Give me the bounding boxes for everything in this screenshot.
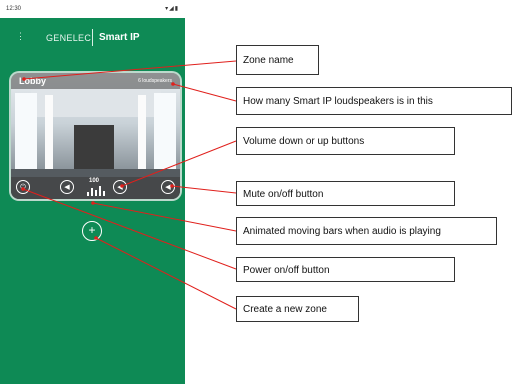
audio-level-bars [87, 186, 107, 196]
callout-power: Power on/off button [236, 257, 455, 282]
volume-down-button[interactable]: ◀ [60, 180, 74, 194]
callout-create: Create a new zone [236, 296, 359, 322]
app-title: Smart IP [99, 32, 140, 43]
audio-level-bar [87, 192, 89, 196]
appbar-divider [92, 29, 93, 46]
app-bar: ⋮ GENELEC Smart IP [0, 18, 185, 58]
mute-button[interactable]: ◀ [161, 180, 175, 194]
callout-mute: Mute on/off button [236, 181, 455, 206]
callout-volume: Volume down or up buttons [236, 127, 455, 155]
audio-level-bar [95, 190, 97, 196]
audio-level-bar [91, 188, 93, 196]
zone-card[interactable]: Lobby 6 loudspeakers ⏻ ◀ 100 ◀ ◀ [11, 73, 180, 199]
callout-speaker-count: How many Smart IP loudspeakers is in thi… [236, 87, 512, 115]
phone-screen: 12:30 ▾◢▮ ⋮ GENELEC Smart IP Lobby 6 lou… [0, 0, 185, 384]
audio-level-bar [99, 186, 101, 196]
status-bar: 12:30 ▾◢▮ [0, 0, 185, 18]
audio-level-bar [103, 191, 105, 196]
room-photo-window [154, 93, 176, 173]
callout-bars: Animated moving bars when audio is playi… [236, 217, 497, 245]
zone-controls: ⏻ ◀ 100 ◀ ◀ [11, 177, 180, 199]
brand-logo: GENELEC [46, 33, 92, 43]
zone-name[interactable]: Lobby [19, 76, 46, 86]
volume-value: 100 [89, 178, 100, 184]
volume-up-button[interactable]: ◀ [113, 180, 127, 194]
room-photo-pillar [45, 95, 53, 173]
power-button[interactable]: ⏻ [16, 180, 30, 194]
status-time: 12:30 [6, 6, 22, 12]
zone-header: Lobby 6 loudspeakers [11, 73, 180, 89]
room-photo-window [15, 93, 37, 173]
menu-icon[interactable]: ⋮ [16, 32, 25, 41]
room-photo-pillar [138, 95, 146, 173]
speaker-count: 6 loudspeakers [138, 78, 172, 84]
callout-zone-name: Zone name [236, 45, 319, 75]
add-zone-button[interactable]: + [82, 221, 102, 241]
status-icons: ▾◢▮ [165, 6, 179, 12]
